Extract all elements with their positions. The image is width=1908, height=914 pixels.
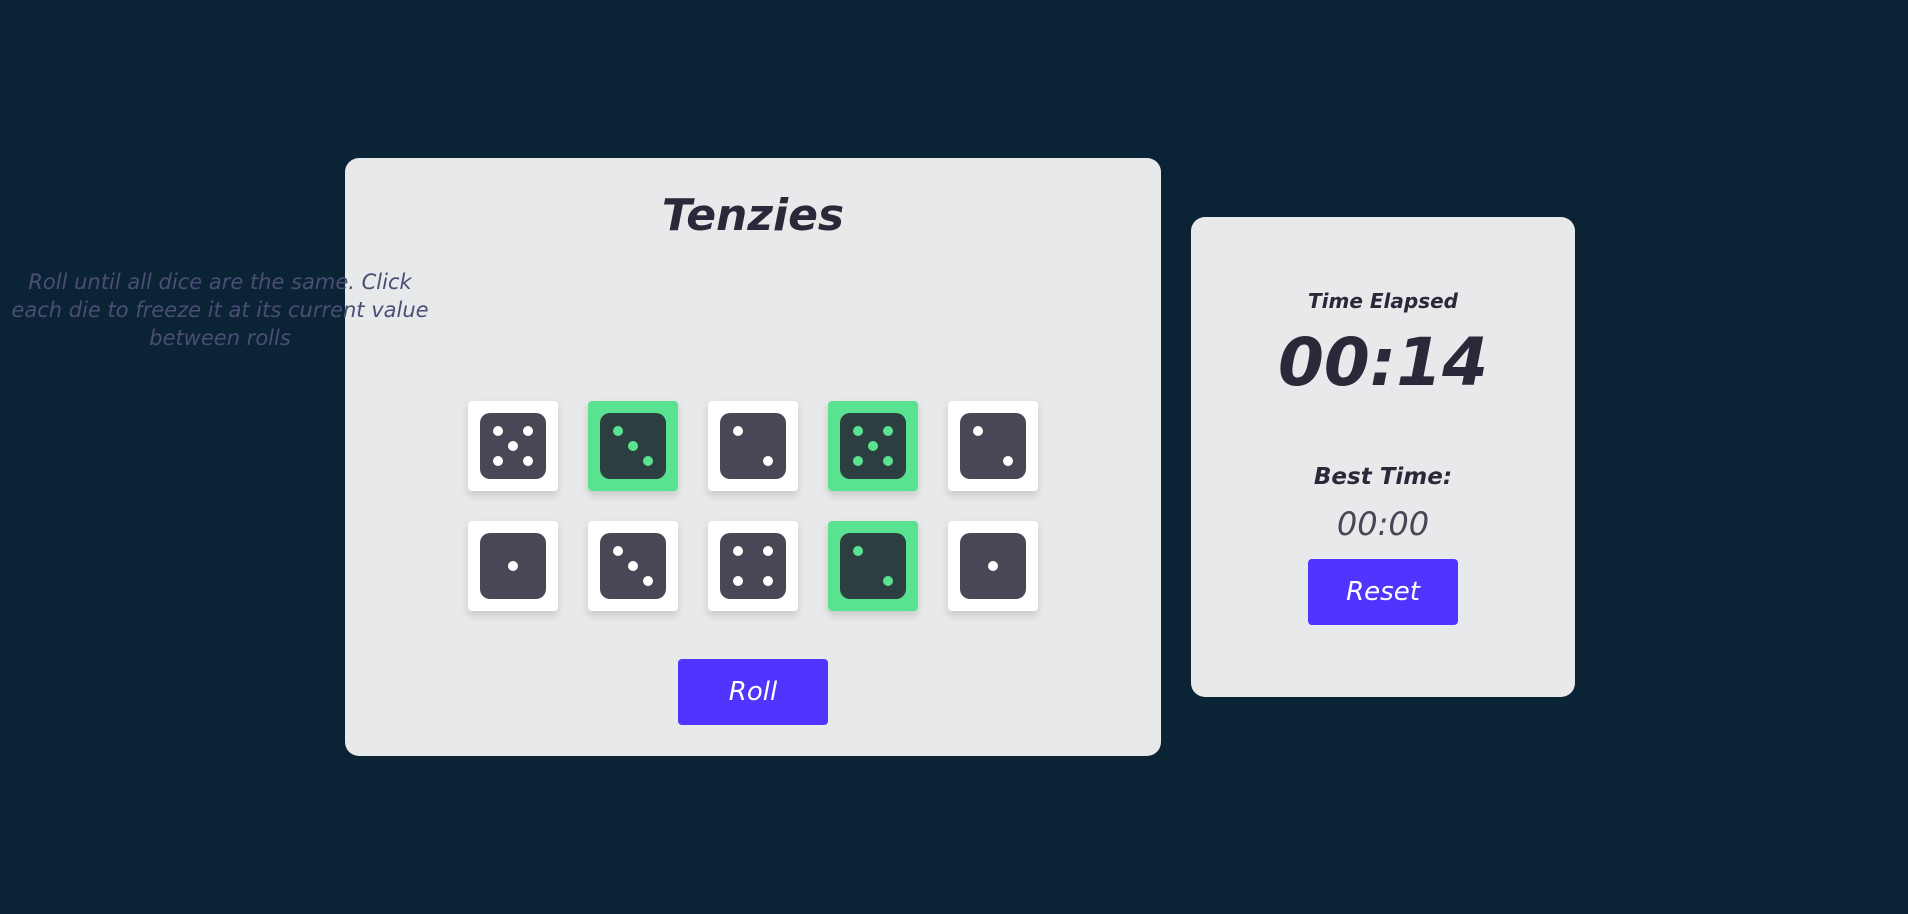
timer-card: Time Elapsed 00:14 Best Time: 00:00 Rese…	[1191, 217, 1575, 697]
die-pip	[882, 455, 893, 466]
die-pip	[613, 546, 624, 557]
best-time-value: 00:00	[1336, 505, 1430, 543]
game-instructions: Roll until all dice are the same. Click …	[11, 270, 429, 350]
die-face	[960, 413, 1026, 479]
die-face	[840, 533, 906, 599]
die-face	[720, 413, 786, 479]
die-face	[480, 533, 546, 599]
die-7[interactable]	[588, 521, 678, 611]
die-pip	[613, 426, 624, 437]
die-pip	[853, 546, 864, 557]
die-pip	[733, 426, 744, 437]
game-title: Tenzies	[661, 190, 845, 241]
die-pip	[642, 455, 653, 466]
die-pip	[508, 561, 518, 571]
roll-button[interactable]: Roll	[678, 659, 828, 725]
time-elapsed-value: 00:14	[1277, 324, 1489, 401]
die-pip	[1002, 455, 1013, 466]
die-pip	[988, 561, 998, 571]
die-8[interactable]	[708, 521, 798, 611]
die-pip	[882, 426, 893, 437]
die-pip	[762, 455, 773, 466]
die-face	[720, 533, 786, 599]
die-4[interactable]	[828, 401, 918, 491]
die-pip	[628, 561, 638, 571]
die-pip	[973, 426, 984, 437]
die-pip	[642, 575, 653, 586]
die-pip	[853, 455, 864, 466]
die-pip	[508, 441, 518, 451]
die-1[interactable]	[468, 401, 558, 491]
time-elapsed-label: Time Elapsed	[1308, 289, 1458, 313]
die-2[interactable]	[588, 401, 678, 491]
die-pip	[853, 426, 864, 437]
die-pip	[522, 455, 533, 466]
die-pip	[493, 455, 504, 466]
die-pip	[882, 575, 893, 586]
die-3[interactable]	[708, 401, 798, 491]
die-pip	[493, 426, 504, 437]
die-pip	[628, 441, 638, 451]
die-pip	[522, 426, 533, 437]
die-face	[480, 413, 546, 479]
die-pip	[762, 546, 773, 557]
die-5[interactable]	[948, 401, 1038, 491]
die-face	[600, 533, 666, 599]
die-pip	[733, 546, 744, 557]
die-face	[600, 413, 666, 479]
die-6[interactable]	[468, 521, 558, 611]
dice-grid	[468, 401, 1038, 611]
die-pip	[762, 575, 773, 586]
die-10[interactable]	[948, 521, 1038, 611]
best-time-label: Best Time:	[1313, 464, 1453, 490]
die-face	[840, 413, 906, 479]
die-pip	[733, 575, 744, 586]
die-face	[960, 533, 1026, 599]
reset-button[interactable]: Reset	[1308, 559, 1458, 625]
die-pip	[868, 441, 878, 451]
die-9[interactable]	[828, 521, 918, 611]
